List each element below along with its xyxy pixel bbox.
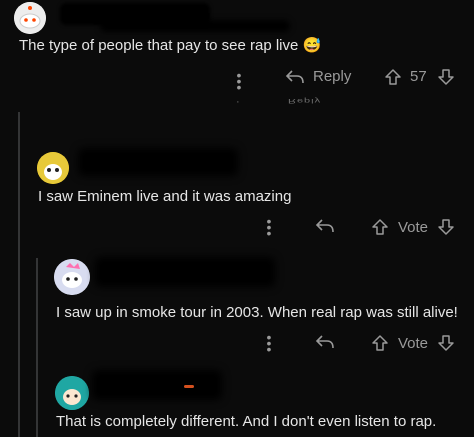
vote-count: 57 bbox=[410, 68, 427, 85]
vote-count-label: 57 bbox=[410, 68, 427, 85]
upvote-icon bbox=[384, 68, 402, 86]
comment-body: The type of people that pay to see rap l… bbox=[19, 36, 321, 54]
more-options-button[interactable]: • • • bbox=[235, 68, 243, 94]
thread-line-level1[interactable] bbox=[18, 112, 20, 437]
avatar[interactable] bbox=[55, 376, 89, 410]
more-options-button[interactable]: • • • bbox=[265, 214, 273, 240]
reply-icon bbox=[285, 69, 305, 85]
ghost-reply-label: Reply bbox=[288, 97, 322, 105]
avatar[interactable] bbox=[37, 152, 69, 184]
vote-label: Vote bbox=[398, 219, 428, 236]
reply-icon bbox=[315, 334, 335, 350]
upvote-button[interactable] bbox=[371, 334, 389, 352]
upvote-button[interactable] bbox=[371, 218, 389, 236]
reply-icon bbox=[315, 218, 335, 234]
redacted-meta bbox=[100, 20, 290, 32]
avatar-icon bbox=[37, 152, 69, 184]
reply-button[interactable] bbox=[315, 218, 335, 234]
upvote-icon bbox=[371, 334, 389, 352]
avatar[interactable] bbox=[54, 259, 90, 295]
redacted-username bbox=[95, 257, 275, 287]
avatar[interactable] bbox=[14, 2, 46, 34]
vote-text: Vote bbox=[398, 219, 429, 236]
vote-text: Vote bbox=[398, 335, 429, 352]
reply-button[interactable] bbox=[315, 334, 335, 350]
ghost-divider: · bbox=[236, 96, 240, 108]
comment-body: That is completely different. And I don'… bbox=[56, 413, 436, 430]
ghost-reply-row: Reply bbox=[288, 97, 321, 104]
downvote-button[interactable] bbox=[437, 218, 455, 236]
redacted-username bbox=[78, 148, 238, 176]
sweat-smile-emoji: 😅 bbox=[302, 37, 322, 54]
avatar-icon bbox=[55, 376, 89, 410]
comment-text: That is completely different. And I don'… bbox=[56, 413, 437, 430]
vote-label: Vote bbox=[398, 335, 428, 352]
reply-button[interactable]: Reply bbox=[285, 68, 351, 85]
thread-line-level2[interactable] bbox=[36, 258, 38, 437]
snoo-avatar-icon bbox=[14, 2, 46, 34]
comment-text: The type of people that pay to see rap l… bbox=[19, 37, 299, 54]
comment-body: I saw up in smoke tour in 2003. When rea… bbox=[56, 304, 458, 321]
downvote-icon bbox=[437, 68, 455, 86]
comment-body: I saw Eminem live and it was amazing bbox=[38, 188, 291, 205]
upvote-button[interactable] bbox=[384, 68, 402, 86]
comment-text: I saw Eminem live and it was amazing bbox=[38, 188, 292, 205]
reply-label: Reply bbox=[313, 68, 352, 85]
downvote-button[interactable] bbox=[437, 68, 455, 86]
redaction-artifact bbox=[184, 385, 194, 388]
upvote-icon bbox=[371, 218, 389, 236]
redacted-username bbox=[92, 370, 222, 400]
comment-text: I saw up in smoke tour in 2003. When rea… bbox=[56, 304, 458, 321]
more-options-button[interactable]: • • • bbox=[265, 330, 273, 356]
avatar-icon bbox=[54, 259, 90, 295]
downvote-button[interactable] bbox=[437, 334, 455, 352]
downvote-icon bbox=[437, 218, 455, 236]
downvote-icon bbox=[437, 334, 455, 352]
